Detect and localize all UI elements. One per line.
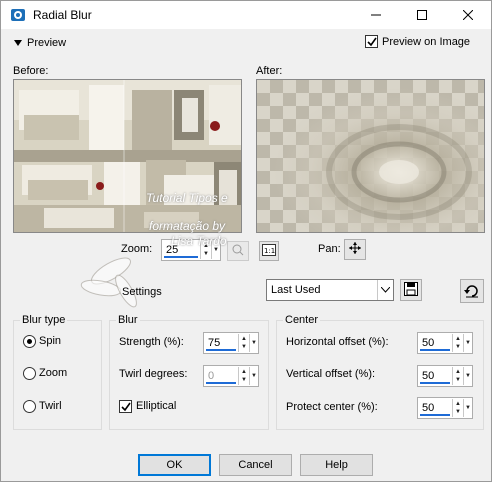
strength-label: Strength (%): <box>119 336 184 348</box>
strength-stepper[interactable]: 75 ▲ ▼ ▼ <box>203 332 259 354</box>
radio-zoom[interactable] <box>23 367 36 380</box>
maximize-icon <box>417 10 427 20</box>
close-icon <box>463 10 473 20</box>
title-bar[interactable]: Radial Blur <box>1 1 491 29</box>
radio-twirl-label: Twirl <box>39 400 62 412</box>
chevron-down-icon <box>377 280 393 300</box>
preview-toggle[interactable]: Preview <box>14 37 66 49</box>
radio-spin-label: Spin <box>39 335 62 347</box>
zoom-stepper[interactable]: 25 ▲ ▼ ▼ <box>161 239 221 261</box>
reset-defaults-button[interactable] <box>460 279 484 303</box>
app-icon <box>10 7 26 23</box>
strength-value: 75 <box>208 337 221 349</box>
v-offset-label: Vertical offset (%): <box>286 368 376 380</box>
twirl-degrees-stepper[interactable]: 0 ▲ ▼ ▼ <box>203 365 259 387</box>
center-title: Center <box>283 314 321 326</box>
radio-zoom-label: Zoom <box>39 367 68 379</box>
protect-center-stepper[interactable]: 50 ▲ ▼ ▼ <box>417 397 473 419</box>
protect-center-value: 50 <box>422 402 435 414</box>
reset-icon <box>464 282 480 301</box>
actual-size-button[interactable]: 1:1 <box>259 241 279 261</box>
preview-on-image-checkbox[interactable] <box>365 35 378 48</box>
save-preset-button[interactable] <box>400 279 422 301</box>
settings-label: Settings <box>122 286 162 298</box>
v-offset-value: 50 <box>422 370 435 382</box>
after-image <box>257 80 484 232</box>
preset-value: Last Used <box>271 284 321 296</box>
elliptical-label: Elliptical <box>136 400 177 412</box>
after-label: After: <box>256 65 283 77</box>
twirl-degrees-value: 0 <box>208 370 215 382</box>
magnify-icon <box>232 244 244 259</box>
radio-twirl[interactable] <box>23 400 36 413</box>
preview-on-image-label: Preview on Image <box>382 36 471 48</box>
save-icon <box>404 281 418 299</box>
move-cross-icon <box>349 242 361 257</box>
checkmark-icon <box>367 37 377 47</box>
preview-toggle-label: Preview <box>27 37 67 49</box>
close-button[interactable] <box>445 1 491 29</box>
triangle-down-icon <box>14 37 22 49</box>
before-image <box>14 80 241 232</box>
h-offset-label: Horizontal offset (%): <box>286 336 389 348</box>
elliptical-checkbox[interactable] <box>119 400 132 413</box>
preset-select[interactable]: Last Used <box>266 279 394 301</box>
ok-button[interactable]: OK <box>138 454 211 476</box>
help-button[interactable]: Help <box>300 454 373 476</box>
window-title: Radial Blur <box>33 8 92 22</box>
zoom-label: Zoom: <box>121 243 153 255</box>
minimize-button[interactable] <box>353 1 399 29</box>
zoom-spin-arrows[interactable]: ▲ ▼ <box>200 241 210 259</box>
before-label: Before: <box>13 65 49 77</box>
after-preview <box>256 79 485 233</box>
svg-text:1:1: 1:1 <box>264 247 275 255</box>
h-offset-value: 50 <box>422 337 435 349</box>
zoom-dropdown-arrow[interactable]: ▼ <box>211 241 220 259</box>
checkmark-icon <box>121 402 131 412</box>
h-offset-stepper[interactable]: 50 ▲ ▼ ▼ <box>417 332 473 354</box>
pan-button[interactable] <box>344 239 366 260</box>
radio-spin[interactable] <box>23 335 36 348</box>
pan-label: Pan: <box>318 243 341 255</box>
protect-center-label: Protect center (%): <box>286 401 378 413</box>
before-preview[interactable] <box>13 79 242 233</box>
maximize-button[interactable] <box>399 1 445 29</box>
zoom-value: 25 <box>166 244 179 256</box>
zoom-fit-button[interactable] <box>227 241 249 261</box>
one-to-one-icon: 1:1 <box>262 243 276 259</box>
minimize-icon <box>371 10 381 20</box>
cancel-button[interactable]: Cancel <box>219 454 292 476</box>
blur-type-title: Blur type <box>20 314 68 326</box>
v-offset-stepper[interactable]: 50 ▲ ▼ ▼ <box>417 365 473 387</box>
twirl-degrees-label: Twirl degrees: <box>119 368 188 380</box>
radial-blur-dialog: Radial Blur Preview Preview on Image Bef… <box>0 0 492 482</box>
blur-title: Blur <box>116 314 140 326</box>
